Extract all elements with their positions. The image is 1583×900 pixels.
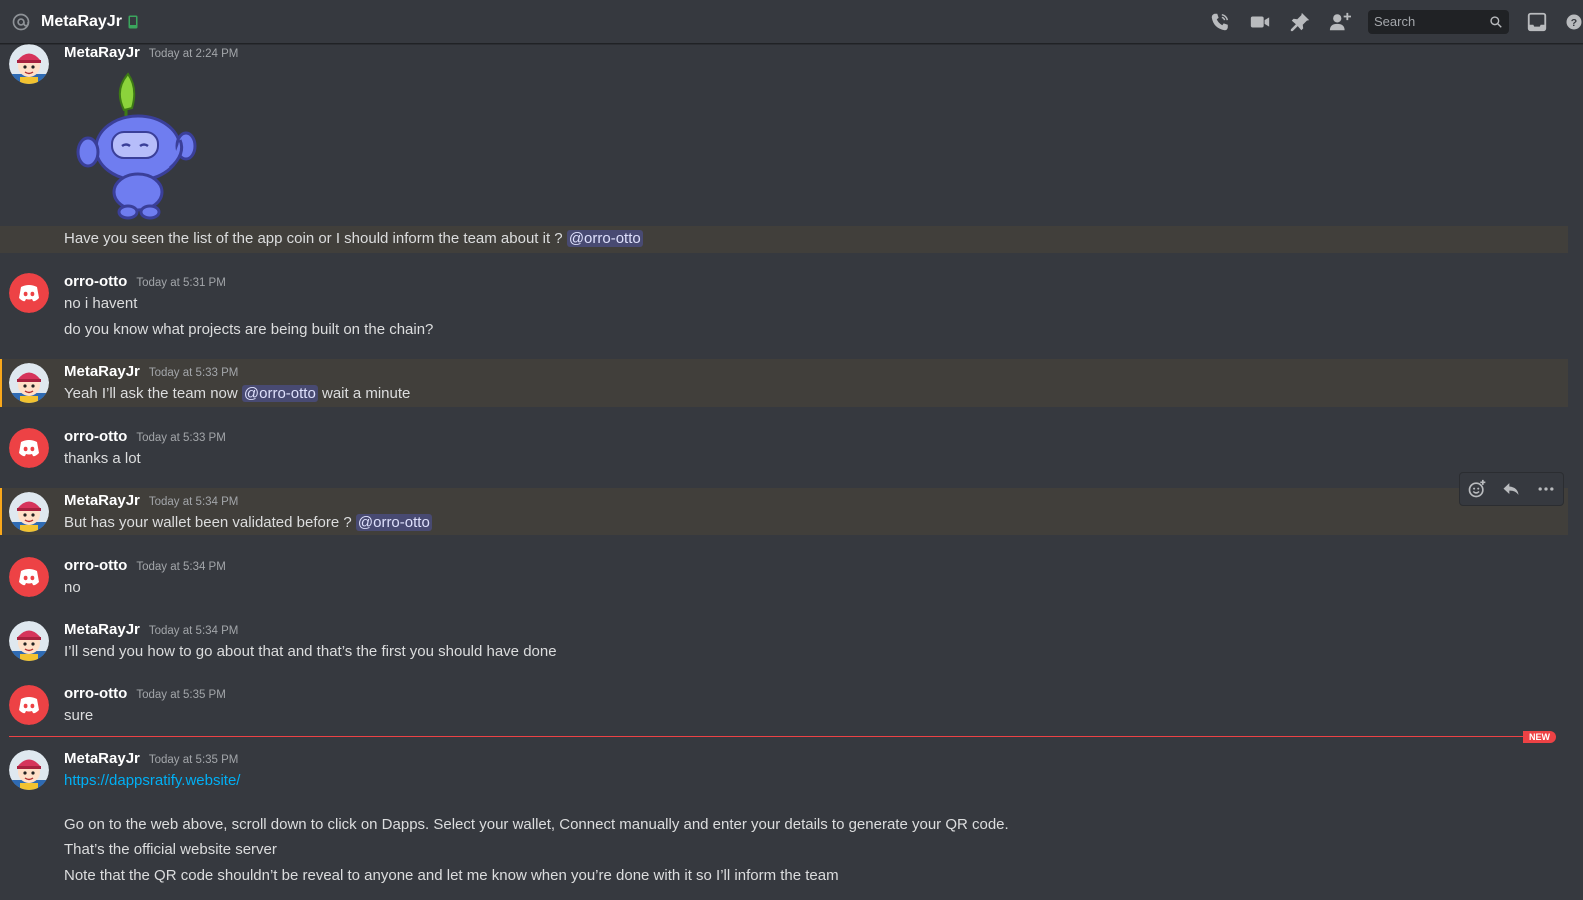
message-author[interactable]: orro-otto Today at 5:34 PM [64,557,226,574]
call-icon[interactable] [1208,10,1232,34]
message-timestamp: Today at 5:33 PM [148,367,239,379]
at-icon [10,11,32,33]
new-messages-divider [9,736,1528,737]
message-content: Yeah I’ll ask the team now @orro-otto wa… [64,385,410,402]
wumpus-leaf-sticker [76,70,200,220]
message-author[interactable]: MetaRayJr Today at 5:34 PM [64,621,238,638]
message-text: wait a minute [321,385,411,402]
add-reaction-icon[interactable] [1462,475,1492,503]
help-icon[interactable]: ? [1565,10,1583,34]
message-text: do you know what projects are being buil… [64,321,434,338]
message-text: thanks a lot [64,450,141,467]
message-text: Yeah I’ll ask the team now [64,385,238,402]
pin-icon[interactable] [1288,10,1312,34]
message-text: Go on to the web above, scroll down to c… [64,816,1009,833]
message-text: But has your wallet been validated befor… [64,514,352,531]
message-mentioned: Have you seen the list of the app coin o… [0,226,1568,253]
message: orro-otto Today at 5:35 PM sure [0,677,1568,733]
author-name[interactable]: MetaRayJr [64,621,140,638]
message-author[interactable]: orro-otto Today at 5:33 PM [64,428,226,445]
author-name[interactable]: MetaRayJr [64,363,140,380]
message-author[interactable]: orro-otto Today at 5:31 PM [64,273,226,290]
user-mention[interactable]: @orro-otto [566,230,643,247]
message: MetaRayJr Today at 5:34 PM I’ll send you … [0,613,1568,669]
message-timestamp: Today at 5:34 PM [136,561,226,573]
message: MetaRayJr Today at 5:35 PM https://dappsr… [0,742,1568,900]
search-icon [1490,15,1502,28]
author-name[interactable]: orro-otto [64,273,127,290]
avatar[interactable] [9,685,49,725]
message-timestamp: Today at 2:24 PM [148,48,239,60]
mobile-online-icon [128,15,138,29]
message: MetaRayJr Today at 2:24 PM [0,44,1568,226]
message: orro-otto Today at 5:31 PM no i havent do… [0,265,1568,345]
message-mentioned: MetaRayJr Today at 5:33 PM Yeah I’ll ask … [0,359,1568,407]
message-content: But has your wallet been validated befor… [64,514,432,531]
message-text: sure [64,707,94,724]
author-name[interactable]: orro-otto [64,557,127,574]
add-friend-icon[interactable] [1328,10,1352,34]
avatar[interactable] [9,44,49,84]
message-author[interactable]: MetaRayJr Today at 2:24 PM [64,44,238,61]
avatar[interactable] [9,273,49,313]
user-mention[interactable]: @orro-otto [241,385,318,402]
message-text: no i havent [64,295,138,312]
reply-icon[interactable] [1496,475,1526,503]
author-name[interactable]: MetaRayJr [64,750,140,767]
message-timestamp: Today at 5:33 PM [136,432,226,444]
search-input[interactable]: Search [1368,9,1509,34]
header-toolbar: Search ? [1208,0,1583,43]
message-text: I’ll send you how to go about that and t… [64,643,557,660]
message-link[interactable]: https://dappsratify.website/ [64,772,240,789]
message: orro-otto Today at 5:33 PM thanks a lot [0,420,1568,476]
message-timestamp: Today at 5:34 PM [148,496,239,508]
message-author[interactable]: orro-otto Today at 5:35 PM [64,685,226,702]
avatar[interactable] [9,363,49,403]
message-content: Have you seen the list of the app coin o… [64,230,643,247]
message-text: no [64,579,81,596]
avatar[interactable] [9,557,49,597]
message-author[interactable]: MetaRayJr Today at 5:34 PM [64,492,238,509]
message-text: Note that the QR code shouldn’t be revea… [64,867,839,884]
avatar[interactable] [9,492,49,532]
search-placeholder: Search [1374,14,1416,29]
avatar[interactable] [9,621,49,661]
message-timestamp: Today at 5:31 PM [136,277,226,289]
channel-title: MetaRayJr [41,12,122,30]
author-name[interactable]: MetaRayJr [64,44,140,61]
author-name[interactable]: orro-otto [64,428,127,445]
message-author[interactable]: MetaRayJr Today at 5:35 PM [64,750,238,767]
inbox-icon[interactable] [1525,10,1549,34]
message-timestamp: Today at 5:35 PM [136,689,226,701]
message-text: Have you seen the list of the app coin o… [64,230,563,247]
message-mentioned: MetaRayJr Today at 5:34 PM But has your w… [0,488,1568,535]
message-author[interactable]: MetaRayJr Today at 5:33 PM [64,363,238,380]
video-icon[interactable] [1248,10,1272,34]
message-text: That’s the official website server [64,841,277,858]
avatar[interactable] [9,428,49,468]
author-name[interactable]: orro-otto [64,685,127,702]
svg-text:?: ? [1571,16,1577,28]
author-name[interactable]: MetaRayJr [64,492,140,509]
message: orro-otto Today at 5:34 PM no [0,549,1568,605]
user-mention[interactable]: @orro-otto [355,514,432,531]
message-timestamp: Today at 5:34 PM [148,625,239,637]
avatar[interactable] [9,750,49,790]
channel-header: MetaRayJr Search ? [0,0,1583,44]
message-actions [1459,472,1564,506]
more-options-icon[interactable] [1531,475,1561,503]
message-timestamp: Today at 5:35 PM [148,754,239,766]
